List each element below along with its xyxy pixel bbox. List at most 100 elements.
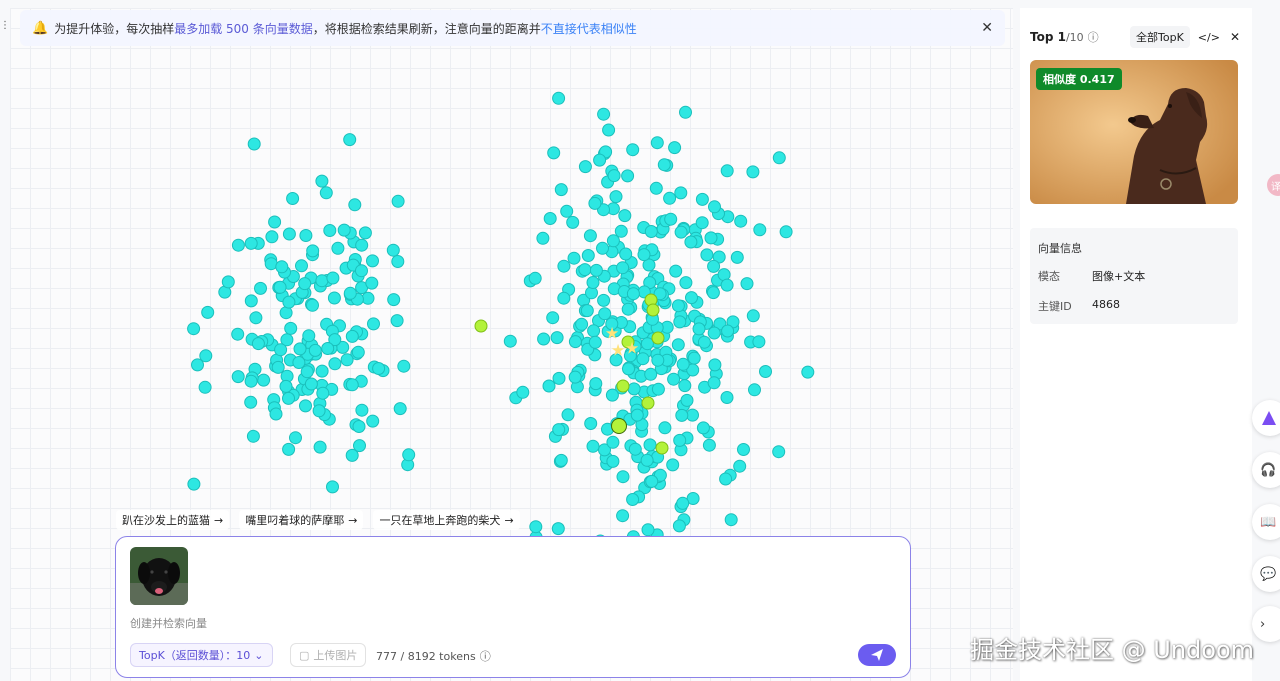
vector-point[interactable] [269, 407, 283, 421]
topk-select[interactable]: TopK（返回数量）：10 ⌄ [130, 643, 273, 667]
vector-point[interactable] [607, 169, 621, 183]
docs-icon[interactable]: 📖 [1252, 504, 1280, 540]
vector-point[interactable] [644, 225, 658, 238]
vector-point[interactable] [537, 332, 551, 346]
vector-point[interactable] [748, 383, 761, 397]
notice-close-icon[interactable]: ✕ [981, 20, 993, 36]
vector-point[interactable] [759, 365, 772, 378]
vector-point[interactable] [372, 362, 386, 375]
vector-point[interactable] [641, 523, 655, 537]
vector-point[interactable] [366, 254, 379, 268]
customer-service-icon[interactable]: 🎧 [1252, 452, 1280, 488]
close-icon[interactable]: ✕ [1230, 30, 1240, 44]
send-button[interactable] [858, 644, 896, 666]
vector-point[interactable] [692, 322, 706, 336]
matched-vector-point[interactable] [651, 331, 665, 345]
vector-point[interactable] [640, 337, 654, 351]
vector-point[interactable] [390, 314, 404, 328]
vector-point[interactable] [720, 391, 734, 404]
vector-point[interactable] [331, 241, 345, 255]
vector-point[interactable] [221, 275, 235, 289]
vector-point[interactable] [319, 186, 333, 200]
vector-point[interactable] [651, 353, 665, 367]
vector-point[interactable] [578, 263, 592, 277]
vector-point[interactable] [704, 231, 718, 245]
vector-point[interactable] [201, 305, 215, 319]
vector-point[interactable] [626, 143, 640, 157]
vector-point[interactable] [327, 291, 341, 305]
vector-point[interactable] [367, 317, 380, 331]
vector-point[interactable] [675, 408, 689, 422]
vector-point[interactable] [678, 379, 692, 393]
vector-point[interactable] [589, 377, 603, 391]
vector-point[interactable] [268, 215, 282, 229]
vector-point[interactable] [626, 287, 640, 301]
vector-point[interactable] [586, 276, 600, 289]
vector-point[interactable] [746, 165, 760, 179]
vector-point[interactable] [315, 174, 329, 188]
vector-point[interactable] [351, 345, 365, 359]
matched-vector-point[interactable] [646, 303, 660, 317]
vector-point[interactable] [552, 423, 566, 437]
vector-point[interactable] [231, 238, 245, 252]
vector-point[interactable] [589, 263, 603, 277]
vector-point[interactable] [254, 281, 267, 295]
vector-point[interactable] [282, 295, 296, 309]
vector-point[interactable] [244, 395, 258, 409]
vector-point[interactable] [292, 356, 306, 369]
vector-point[interactable] [707, 326, 721, 340]
vector-point[interactable] [304, 377, 318, 391]
vector-point[interactable] [640, 453, 654, 467]
vector-point[interactable] [707, 376, 721, 390]
vector-point[interactable] [355, 403, 369, 417]
feedback-icon[interactable]: 💬 [1252, 556, 1280, 592]
vector-point[interactable] [566, 215, 580, 229]
vector-point[interactable] [593, 153, 607, 167]
vector-point[interactable] [657, 158, 671, 172]
vector-point[interactable] [355, 238, 369, 252]
vector-point[interactable] [306, 298, 319, 312]
vector-point[interactable] [752, 335, 766, 349]
vector-point[interactable] [708, 200, 721, 214]
vector-point[interactable] [666, 458, 680, 472]
vector-point[interactable] [597, 107, 611, 121]
vector-point[interactable] [387, 293, 401, 307]
vector-point[interactable] [696, 421, 710, 435]
vector-point[interactable] [313, 440, 327, 454]
vector-point[interactable] [282, 227, 296, 241]
vector-point[interactable] [547, 146, 561, 160]
vector-point[interactable] [637, 248, 651, 262]
vector-point[interactable] [737, 443, 750, 456]
vector-point[interactable] [671, 299, 685, 313]
vector-point[interactable] [199, 349, 213, 363]
vector-point[interactable] [672, 519, 686, 533]
vector-point[interactable] [315, 364, 329, 378]
code-view-icon[interactable]: </> [1198, 31, 1220, 44]
vector-point[interactable] [679, 105, 692, 119]
vector-point[interactable] [546, 311, 560, 325]
vector-point[interactable] [308, 343, 322, 357]
vector-point[interactable] [302, 329, 316, 343]
vector-point[interactable] [588, 196, 602, 210]
vector-point[interactable] [343, 286, 357, 300]
vector-point[interactable] [643, 438, 657, 452]
vector-point[interactable] [664, 212, 678, 226]
vector-search-box[interactable]: 创建并检索向量 TopK（返回数量）：10 ⌄ ▢ 上传图片 777 / 819… [115, 536, 911, 678]
vector-point[interactable] [753, 223, 767, 237]
vector-point[interactable] [244, 374, 258, 388]
vector-point[interactable] [616, 261, 630, 275]
vector-point[interactable] [733, 459, 747, 473]
vector-point[interactable] [602, 123, 616, 137]
vector-point[interactable] [616, 509, 630, 523]
vector-point[interactable] [697, 335, 711, 349]
vector-point[interactable] [676, 357, 690, 371]
query-vector-star-icon[interactable]: ★ [611, 341, 625, 360]
vector-point[interactable] [720, 278, 734, 292]
vector-point[interactable] [674, 186, 688, 200]
vector-point[interactable] [702, 438, 716, 452]
vector-point[interactable] [289, 431, 302, 445]
vector-point[interactable] [279, 306, 293, 320]
vector-point[interactable] [279, 379, 293, 393]
all-topk-button[interactable]: 全部TopK [1130, 26, 1190, 48]
vector-point[interactable] [551, 522, 565, 536]
